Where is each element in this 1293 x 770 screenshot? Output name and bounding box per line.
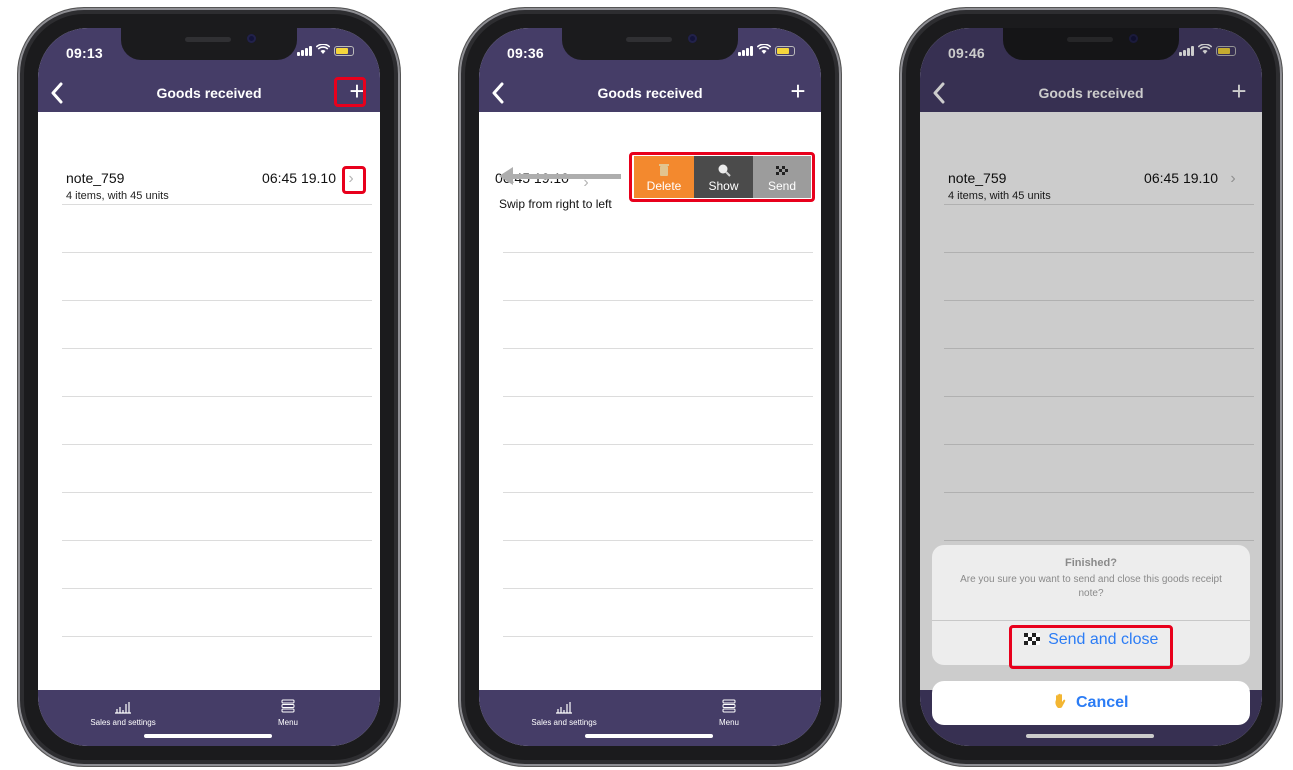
hand-icon (1054, 693, 1065, 708)
dialog-divider (932, 620, 1250, 621)
note-date: 06:45 19.10 (262, 170, 336, 186)
list-divider (503, 300, 813, 301)
dialog-title: Finished? (1065, 557, 1117, 569)
wifi-icon (756, 43, 772, 58)
list-divider (503, 444, 813, 445)
list-divider (503, 540, 813, 541)
note-name: note_759 (66, 170, 125, 186)
tab-label: Menu (718, 718, 739, 727)
list-divider (62, 348, 372, 349)
phone-frame-3: 09:46 Goods received + note_759 4 items,… (900, 8, 1282, 766)
notch (562, 28, 738, 60)
swipe-arrow (511, 174, 621, 179)
list-divider (503, 348, 813, 349)
status-icons (738, 43, 795, 58)
phone-screen: 09:46 Goods received + note_759 4 items,… (920, 28, 1262, 746)
chart-icon (115, 702, 131, 714)
menu-icon (722, 699, 736, 713)
tab-bar: Sales and settings Menu (38, 690, 380, 746)
cancel-button[interactable]: Cancel (932, 681, 1250, 725)
status-icons (297, 43, 354, 58)
chart-icon (556, 702, 572, 714)
signal-icon (738, 46, 753, 56)
tab-menu[interactable]: Menu (266, 698, 310, 727)
list-divider (62, 396, 372, 397)
cancel-label: Cancel (1075, 694, 1129, 711)
add-button[interactable]: + (785, 78, 811, 106)
battery-icon (775, 46, 795, 56)
nav-bar: Goods received + (38, 74, 380, 112)
camera (688, 34, 697, 43)
tab-menu[interactable]: Menu (707, 698, 751, 727)
tab-bar: Sales and settings Menu (479, 690, 821, 746)
list-divider (62, 588, 372, 589)
speaker (626, 37, 672, 42)
wifi-icon (315, 43, 331, 58)
notch (121, 28, 297, 60)
list-divider (62, 444, 372, 445)
plus-icon: + (790, 76, 806, 106)
nav-bar: Goods received + (479, 74, 821, 112)
tab-sales-and-settings[interactable]: Sales and settings (78, 698, 168, 727)
tab-sales-and-settings[interactable]: Sales and settings (519, 698, 609, 727)
status-time: 09:36 (507, 45, 544, 61)
phone-frame-1: 09:13 Goods received + note_759 4 items,… (18, 8, 400, 766)
notes-list: 06:45 19.10 › Swip from right to left De… (479, 112, 821, 690)
add-button-highlight (334, 77, 366, 107)
chevron-highlight (342, 166, 366, 194)
list-divider (62, 492, 372, 493)
status-time: 09:13 (66, 45, 103, 61)
notes-list: note_759 4 items, with 45 units 06:45 19… (38, 112, 380, 690)
phone-screen: 09:13 Goods received + note_759 4 items,… (38, 28, 380, 746)
list-divider (62, 204, 372, 205)
page-title: Goods received (156, 85, 262, 101)
list-divider (503, 636, 813, 637)
tab-label: Menu (277, 718, 298, 727)
list-divider (62, 252, 372, 253)
page-title: Goods received (597, 85, 703, 101)
phone-screen: 09:36 Goods received + 06:45 19.10 › (479, 28, 821, 746)
list-divider (62, 540, 372, 541)
list-divider (503, 492, 813, 493)
arrow-left-icon (499, 167, 513, 185)
battery-icon (334, 46, 354, 56)
tab-label: Sales and settings (90, 718, 156, 727)
swipe-hint: Swip from right to left (499, 197, 612, 211)
speaker (185, 37, 231, 42)
list-divider (503, 588, 813, 589)
signal-icon (297, 46, 312, 56)
list-divider (62, 300, 372, 301)
note-meta: 4 items, with 45 units (66, 190, 169, 202)
swipe-actions-highlight (629, 152, 815, 202)
home-indicator[interactable] (585, 734, 713, 738)
list-divider (503, 252, 813, 253)
dialog-message: Are you sure you want to send and close … (960, 574, 1222, 599)
send-and-close-highlight (1009, 625, 1173, 669)
tab-label: Sales and settings (531, 718, 597, 727)
list-divider (503, 396, 813, 397)
phone-frame-2: 09:36 Goods received + 06:45 19.10 › (459, 8, 841, 766)
camera (247, 34, 256, 43)
menu-icon (281, 699, 295, 713)
home-indicator[interactable] (144, 734, 272, 738)
list-divider (62, 636, 372, 637)
